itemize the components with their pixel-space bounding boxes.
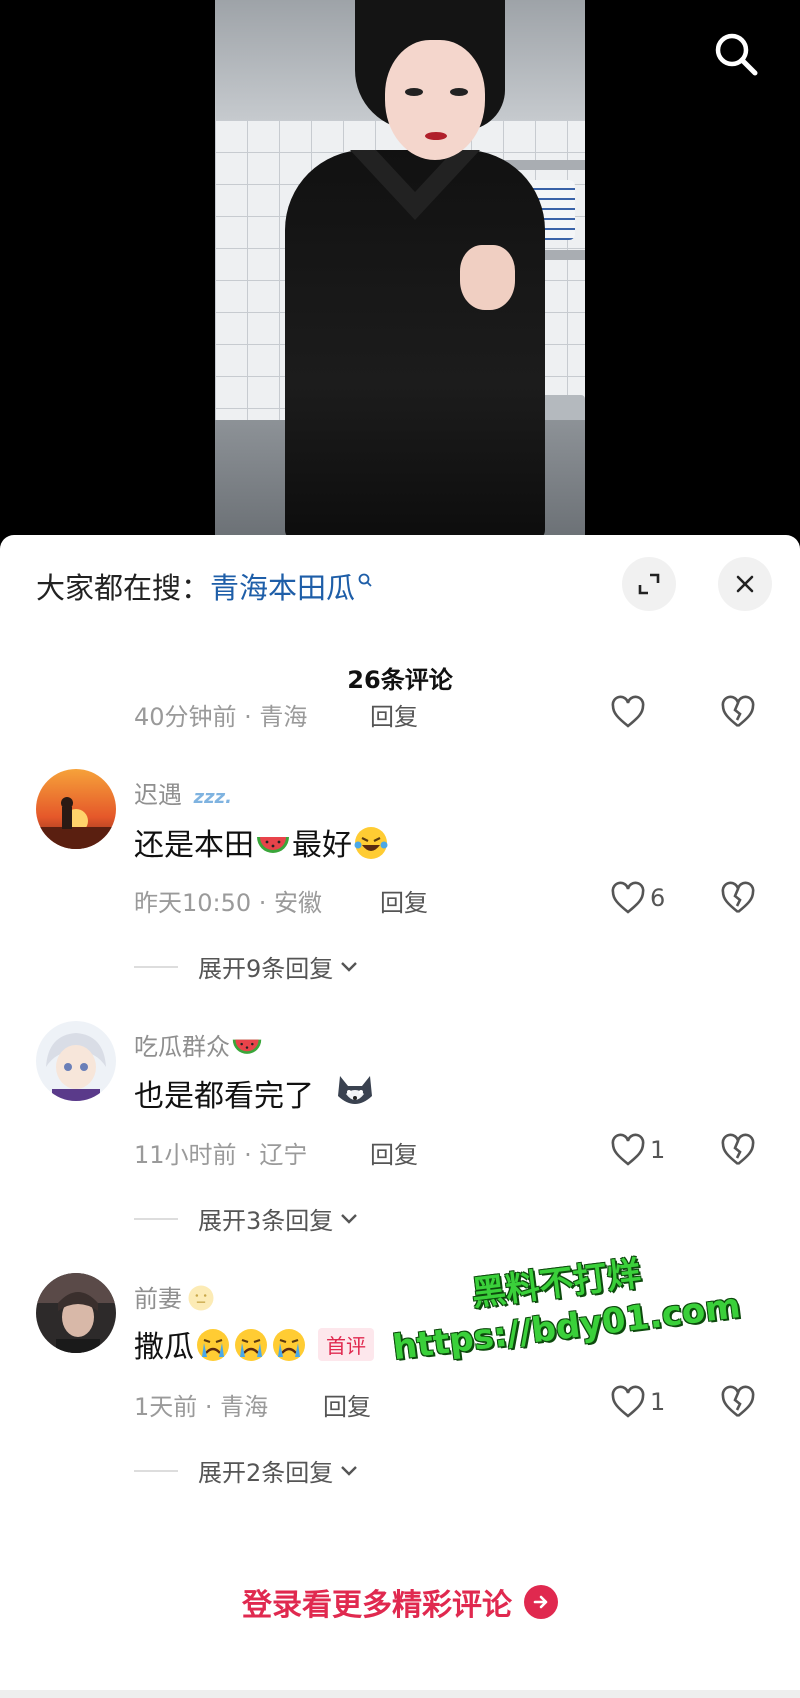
heart-icon [611, 1385, 645, 1418]
husky-dog-emoji [337, 1076, 372, 1104]
avatar[interactable] [36, 1273, 116, 1353]
dislike-button[interactable] [720, 1385, 756, 1423]
laughing-tears-emoji [354, 827, 388, 859]
dislike-button[interactable] [720, 1133, 756, 1171]
comment-text: 还是本田 最好 [134, 820, 390, 864]
search-icon [358, 573, 372, 587]
comment-time-location: 1天前 · 青海 [134, 1393, 269, 1421]
comment-text: 也是都看完了 [134, 1070, 377, 1115]
username-text: 迟遇 [134, 781, 182, 809]
expand-replies-button[interactable]: 展开2条回复 [134, 1453, 359, 1488]
comment-username[interactable]: 吃瓜群众 [134, 1027, 264, 1062]
video-person [245, 0, 545, 540]
video-player[interactable] [0, 0, 800, 540]
divider-line [134, 965, 178, 968]
comment-text-part: 撒瓜 [134, 1330, 194, 1365]
broken-heart-icon [721, 1385, 755, 1418]
neutral-face-emoji [188, 1285, 214, 1311]
expand-replies-button[interactable]: 展开3条回复 [134, 1201, 359, 1236]
search-icon[interactable] [710, 28, 762, 80]
eye [405, 88, 423, 96]
like-count: 6 [650, 884, 666, 912]
comment-text-part: 最好 [292, 828, 352, 863]
divider-line [134, 1469, 178, 1472]
heart-icon [611, 881, 645, 914]
crying-emoji [235, 1329, 267, 1361]
chevron-down-icon [341, 1465, 358, 1476]
like-count: 1 [650, 1388, 666, 1416]
anime-avatar-image [36, 1021, 116, 1101]
bottom-edge [0, 1690, 800, 1698]
broken-heart-icon [721, 881, 755, 914]
divider-line [134, 1217, 178, 1220]
comment-username[interactable]: 前妻 [134, 1279, 217, 1314]
close-icon [736, 575, 754, 593]
comment-count: 26条评论 [347, 666, 453, 694]
heart-icon [611, 695, 645, 728]
lips [425, 132, 447, 140]
crying-emoji [273, 1329, 305, 1361]
chevron-down-icon [341, 1213, 358, 1224]
like-button[interactable]: 1 [610, 1133, 665, 1167]
sunset-avatar-image [36, 769, 116, 849]
crying-emoji [197, 1329, 229, 1361]
sleeping-zzz-icon: zzz. [193, 787, 232, 808]
close-button[interactable] [718, 557, 772, 611]
face [385, 40, 485, 160]
watermelon-emoji [232, 1039, 262, 1054]
username-text: 吃瓜群众 [134, 1033, 230, 1061]
login-more-label: 登录看更多精彩评论 [242, 1588, 512, 1623]
chevron-down-icon [341, 961, 358, 972]
avatar[interactable] [36, 1021, 116, 1101]
peace-sign-hand [460, 245, 515, 310]
reply-button[interactable]: 回复 [370, 1135, 418, 1170]
broken-heart-icon [721, 695, 755, 728]
comment-time-location: 昨天10:50 · 安徽 [134, 889, 323, 917]
first-comment-badge: 首评 [318, 1328, 374, 1361]
dislike-button[interactable] [720, 695, 756, 733]
login-more-comments-button[interactable]: 登录看更多精彩评论 [0, 1580, 800, 1624]
watermelon-emoji [257, 837, 289, 853]
portrait-avatar-image [36, 1273, 116, 1353]
comment-text-part: 还是本田 [134, 828, 254, 863]
broken-heart-icon [721, 1133, 755, 1166]
dislike-button[interactable] [720, 881, 756, 919]
avatar[interactable] [36, 769, 116, 849]
search-suggestion-prefix: 大家都在搜： [36, 571, 211, 605]
reply-button[interactable]: 回复 [370, 697, 418, 732]
expand-replies-button[interactable]: 展开9条回复 [134, 949, 359, 984]
comment-text-part: 也是都看完了 [134, 1079, 314, 1114]
expand-replies-label: 展开9条回复 [198, 955, 334, 983]
search-suggestion-keyword[interactable]: 青海本田瓜 [210, 571, 355, 605]
like-button[interactable]: 6 [610, 881, 665, 915]
heart-icon [611, 1133, 645, 1166]
comment-sheet: 大家都在搜：青海本田瓜 26条评论 40分钟前 · 青海 回复 迟遇 zzz. … [0, 535, 800, 1698]
search-suggestion[interactable]: 大家都在搜：青海本田瓜 [36, 565, 373, 607]
comment-time-location: 11小时前 · 辽宁 [134, 1141, 308, 1169]
comment-text: 撒瓜 首评 [134, 1322, 374, 1366]
expand-button[interactable] [622, 557, 676, 611]
reply-button[interactable]: 回复 [380, 883, 428, 918]
comment-time-location: 40分钟前 · 青海 [134, 703, 308, 731]
expand-replies-label: 展开2条回复 [198, 1459, 334, 1487]
like-button[interactable]: 1 [610, 1385, 665, 1419]
username-text: 前妻 [134, 1285, 182, 1313]
eye [450, 88, 468, 96]
video-frame[interactable] [215, 0, 585, 540]
arrow-right-icon [524, 1585, 558, 1619]
like-count: 1 [650, 1136, 666, 1164]
comment-username[interactable]: 迟遇 zzz. [134, 775, 232, 810]
expand-icon [638, 573, 660, 595]
expand-replies-label: 展开3条回复 [198, 1207, 334, 1235]
reply-button[interactable]: 回复 [323, 1387, 371, 1422]
like-button[interactable] [610, 695, 646, 729]
